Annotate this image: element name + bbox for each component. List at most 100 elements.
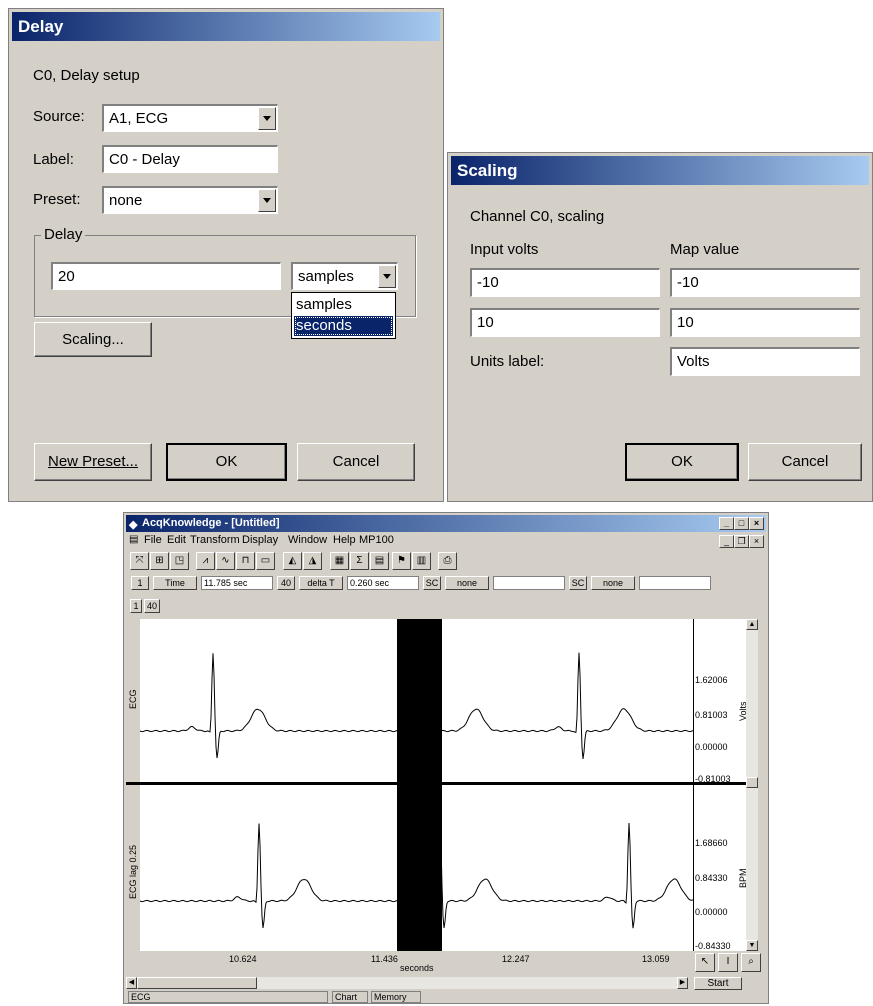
bottom-scale-4: -0.84330 xyxy=(695,941,731,951)
input-volts-2[interactable]: 10 xyxy=(470,308,660,337)
new-preset-button[interactable]: New Preset... xyxy=(34,443,152,481)
preset-label: Preset: xyxy=(33,191,81,208)
preset-dropdown[interactable]: none xyxy=(102,186,278,214)
menu-bar: ▤ File Edit Transform Display Window Hel… xyxy=(126,533,766,549)
chevron-down-icon[interactable] xyxy=(378,265,396,288)
top-channel-label: ECG xyxy=(128,689,138,709)
acq-title-bar: ◆ AcqKnowledge - [Untitled] _ □ × xyxy=(126,515,766,532)
autoscale-icon[interactable]: ⤧ xyxy=(130,552,149,570)
delay-dialog-title: Delay xyxy=(12,12,440,41)
overlap-icon[interactable]: ◳ xyxy=(170,552,189,570)
source-label: Source: xyxy=(33,108,85,125)
doc-minimize-icon[interactable]: _ xyxy=(719,535,734,548)
top-scale-3: 0.00000 xyxy=(695,742,728,752)
map-value-2[interactable]: 10 xyxy=(670,308,860,337)
scaling-cancel-button[interactable]: Cancel xyxy=(748,443,862,481)
source-value: A1, ECG xyxy=(109,110,169,127)
unit-value: samples xyxy=(298,268,354,285)
minimize-icon[interactable]: _ xyxy=(719,517,734,530)
chevron-down-icon[interactable] xyxy=(258,189,276,212)
meas-type-4[interactable]: none xyxy=(591,576,635,590)
meas-type-3[interactable]: none xyxy=(445,576,489,590)
doc-close-icon[interactable]: × xyxy=(749,535,764,548)
delay-cancel-button[interactable]: Cancel xyxy=(297,443,415,481)
meas-value-4 xyxy=(639,576,711,590)
maximize-icon[interactable]: □ xyxy=(734,517,749,530)
scaling-button[interactable]: Scaling... xyxy=(34,322,152,357)
unit-option-samples[interactable]: samples xyxy=(294,295,393,315)
delay-subtitle: C0, Delay setup xyxy=(33,67,140,84)
zoom-tool-icon[interactable]: ⌕ xyxy=(741,953,761,972)
waveform-3-icon[interactable]: ⊓ xyxy=(236,552,255,570)
table-icon[interactable]: ▤ xyxy=(370,552,389,570)
x-axis: 10.624 11.436 12.247 13.059 seconds xyxy=(126,953,692,975)
blank-icon[interactable]: ▭ xyxy=(256,552,275,570)
grid-icon[interactable]: ▦ xyxy=(330,552,349,570)
meas-channel-4[interactable]: SC xyxy=(569,576,587,590)
map-value-header: Map value xyxy=(670,241,740,258)
scroll-left-icon[interactable]: ◀ xyxy=(126,977,137,989)
menu-help[interactable]: Help xyxy=(333,534,356,546)
scroll-up-icon[interactable]: ▲ xyxy=(746,619,758,630)
meas-channel-1[interactable]: 1 xyxy=(131,576,149,590)
channel-button-40[interactable]: 40 xyxy=(144,599,160,613)
menu-window[interactable]: Window xyxy=(288,534,327,546)
waveform-icon[interactable]: ⩘ xyxy=(196,552,215,570)
bottom-channel-label: ECG lag 0.25 xyxy=(128,844,138,899)
status-bar: ECG Chart Memory xyxy=(126,991,766,1003)
scaling-ok-label: OK xyxy=(671,453,693,470)
menu-file[interactable]: File xyxy=(144,534,162,546)
scaling-dialog: Scaling Channel C0, scaling Input volts … xyxy=(447,152,873,502)
meas-type-2[interactable]: delta T xyxy=(299,576,343,590)
scroll-down-icon[interactable]: ▼ xyxy=(746,940,758,951)
scroll-thumb[interactable] xyxy=(746,777,758,788)
scaling-ok-button[interactable]: OK xyxy=(625,443,739,481)
delay-ok-label: OK xyxy=(215,453,238,470)
horizontal-scrollbar[interactable]: ◀ ▶ xyxy=(126,977,688,989)
unit-option-seconds[interactable]: seconds xyxy=(294,316,393,336)
meas-value-1: 11.785 sec xyxy=(201,576,273,590)
channel-button-1[interactable]: 1 xyxy=(130,599,142,613)
unit-dropdown[interactable]: samples xyxy=(291,262,398,290)
print-icon[interactable]: ⎙ xyxy=(438,552,457,570)
delay-value-input[interactable]: 20 xyxy=(51,262,281,290)
menu-display[interactable]: Display xyxy=(242,534,278,546)
histogram-icon[interactable]: ◭ xyxy=(283,552,302,570)
status-mode: Chart xyxy=(332,991,368,1003)
marker-icon[interactable]: ⚑ xyxy=(392,552,411,570)
arrow-tool-icon[interactable]: ↖ xyxy=(695,953,715,972)
close-icon[interactable]: × xyxy=(749,517,764,530)
input-volts-1[interactable]: -10 xyxy=(470,268,660,297)
source-dropdown[interactable]: A1, ECG xyxy=(102,104,278,132)
meas-type-1[interactable]: Time xyxy=(153,576,197,590)
label-input[interactable]: C0 - Delay xyxy=(102,145,278,173)
bottom-scale-1: 1.68660 xyxy=(695,838,728,848)
sum-icon[interactable]: Σ xyxy=(350,552,369,570)
waveform-2-icon[interactable]: ∿ xyxy=(216,552,235,570)
bottom-scale-2: 0.84330 xyxy=(695,873,728,883)
acq-title: AcqKnowledge - [Untitled] xyxy=(142,517,280,529)
zoom-fit-icon[interactable]: ⊞ xyxy=(150,552,169,570)
units-input[interactable]: Volts xyxy=(670,347,860,376)
map-value-1[interactable]: -10 xyxy=(670,268,860,297)
fft-icon[interactable]: ◮ xyxy=(303,552,322,570)
scaling-subtitle: Channel C0, scaling xyxy=(470,208,605,225)
chevron-down-icon[interactable] xyxy=(258,107,276,130)
ibeam-tool-icon[interactable]: I xyxy=(718,953,738,972)
meas-channel-2[interactable]: 40 xyxy=(277,576,295,590)
start-button[interactable]: Start xyxy=(694,977,742,990)
hscroll-thumb[interactable] xyxy=(137,977,257,989)
delay-group-title: Delay xyxy=(41,226,86,243)
vertical-scrollbar[interactable]: ▲ ▼ xyxy=(746,619,758,951)
delay-cancel-label: Cancel xyxy=(332,453,380,470)
delay-ok-button[interactable]: OK xyxy=(166,443,287,481)
doc-restore-icon[interactable]: ❐ xyxy=(734,535,749,548)
menu-edit[interactable]: Edit xyxy=(167,534,186,546)
meas-channel-3[interactable]: SC xyxy=(423,576,441,590)
menu-mp100[interactable]: MP100 xyxy=(359,534,394,546)
journal-icon[interactable]: ▥ xyxy=(412,552,431,570)
menu-transform[interactable]: Transform xyxy=(190,534,240,546)
scaling-cancel-label: Cancel xyxy=(781,453,829,470)
x-tick-4: 13.059 xyxy=(642,954,670,964)
scroll-right-icon[interactable]: ▶ xyxy=(677,977,688,989)
